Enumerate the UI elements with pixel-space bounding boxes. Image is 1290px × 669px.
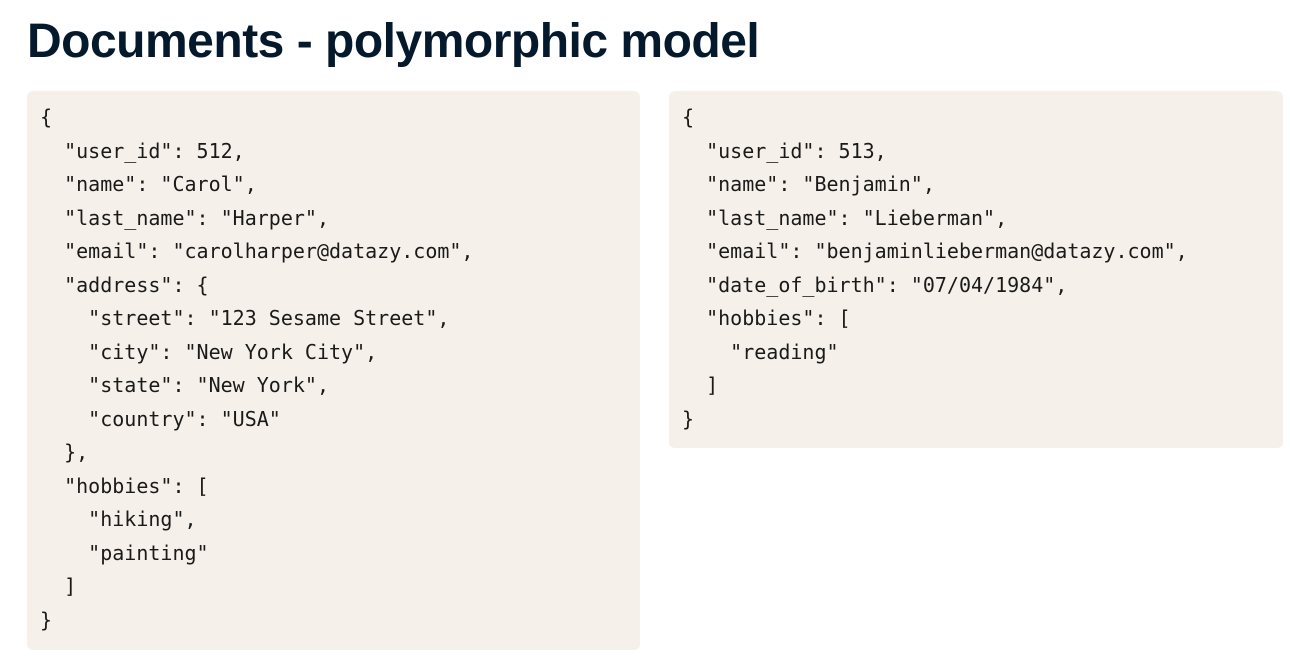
page-title: Documents - polymorphic model — [27, 15, 760, 68]
code-block-document-2: { "user_id": 513, "name": "Benjamin", "l… — [669, 91, 1283, 448]
json-document-benjamin: { "user_id": 513, "name": "Benjamin", "l… — [682, 105, 1188, 431]
code-block-document-1: { "user_id": 512, "name": "Carol", "last… — [27, 91, 640, 650]
json-document-carol: { "user_id": 512, "name": "Carol", "last… — [40, 105, 474, 632]
